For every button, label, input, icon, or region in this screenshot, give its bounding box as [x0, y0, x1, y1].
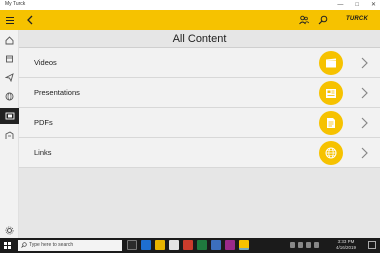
system-tray: [290, 242, 319, 248]
taskbar-clock[interactable]: 3:33 PM 4/16/2019: [336, 239, 356, 251]
people-icon[interactable]: [298, 14, 310, 26]
chevron-right-icon: [361, 117, 368, 129]
chrome-icon[interactable]: [183, 240, 193, 250]
main-content: All Content Videos Presentations PDFs Li…: [19, 30, 380, 238]
search-icon: [21, 242, 27, 248]
task-view-icon[interactable]: [127, 240, 137, 250]
sidebar-item-home[interactable]: [0, 32, 19, 48]
paper-plane-icon: [5, 72, 14, 82]
sidebar-item-contacts[interactable]: [0, 127, 19, 143]
clock-date: 4/16/2019: [336, 245, 357, 250]
close-button[interactable]: ✕: [371, 0, 376, 10]
volume-icon[interactable]: [306, 242, 311, 248]
windows-taskbar: Type here to search 3:33 PM 4/16/2019: [0, 238, 380, 253]
presentation-icon: [319, 81, 343, 105]
taskbar-search-box[interactable]: Type here to search: [18, 240, 122, 251]
minimize-button[interactable]: —: [337, 0, 343, 10]
list-item-label: Presentations: [34, 88, 80, 97]
hamburger-menu-icon[interactable]: [5, 14, 17, 26]
window-controls: — □ ✕: [337, 0, 376, 10]
film-icon: [5, 112, 14, 120]
globe-icon: [5, 92, 14, 100]
network-icon[interactable]: [298, 242, 303, 248]
maximize-button[interactable]: □: [355, 0, 359, 10]
action-center-icon[interactable]: [368, 241, 376, 249]
sidebar-item-web[interactable]: [0, 88, 19, 104]
id-card-icon: [5, 130, 14, 139]
list-item-label: PDFs: [34, 118, 53, 127]
excel-icon[interactable]: [197, 240, 207, 250]
search-icon[interactable]: [317, 14, 329, 26]
turck-app-icon[interactable]: [239, 240, 249, 250]
store-icon[interactable]: [169, 240, 179, 250]
taskbar-search-placeholder: Type here to search: [29, 242, 74, 248]
chevron-right-icon: [361, 87, 368, 99]
sidebar-item-content[interactable]: [0, 108, 19, 124]
page-title: All Content: [172, 33, 227, 45]
tray-chevron-icon[interactable]: [290, 242, 295, 248]
list-item-links[interactable]: Links: [19, 138, 380, 168]
list-item-pdfs[interactable]: PDFs: [19, 108, 380, 138]
sidebar-item-settings[interactable]: [0, 222, 19, 238]
globe-icon: [319, 141, 343, 165]
outlook-icon[interactable]: [211, 240, 221, 250]
windows-start-icon[interactable]: [4, 242, 11, 249]
home-icon: [5, 35, 14, 44]
chevron-right-icon: [361, 147, 368, 159]
settings-icon: [5, 226, 14, 234]
sidebar: [0, 30, 19, 238]
file-explorer-icon[interactable]: [155, 240, 165, 250]
box-icon: [6, 55, 13, 62]
video-clapper-icon: [319, 51, 343, 75]
brand-logo: TURCK: [346, 16, 368, 22]
back-arrow-icon[interactable]: [24, 14, 36, 26]
pdf-document-icon: [319, 111, 343, 135]
list-item-label: Links: [34, 148, 52, 157]
chevron-right-icon: [361, 57, 368, 69]
list-item-videos[interactable]: Videos: [19, 48, 380, 78]
window-titlebar: My Turck — □ ✕: [0, 0, 380, 10]
app-header: TURCK: [0, 10, 380, 30]
content-list: Videos Presentations PDFs Links: [19, 48, 380, 168]
battery-icon[interactable]: [314, 242, 319, 248]
edge-icon[interactable]: [141, 240, 151, 250]
list-item-presentations[interactable]: Presentations: [19, 78, 380, 108]
onenote-icon[interactable]: [225, 240, 235, 250]
sidebar-item-products[interactable]: [0, 50, 19, 66]
sidebar-item-send[interactable]: [0, 69, 19, 85]
taskbar-apps: [127, 240, 249, 250]
window-title: My Turck: [5, 1, 26, 7]
list-item-label: Videos: [34, 58, 57, 67]
